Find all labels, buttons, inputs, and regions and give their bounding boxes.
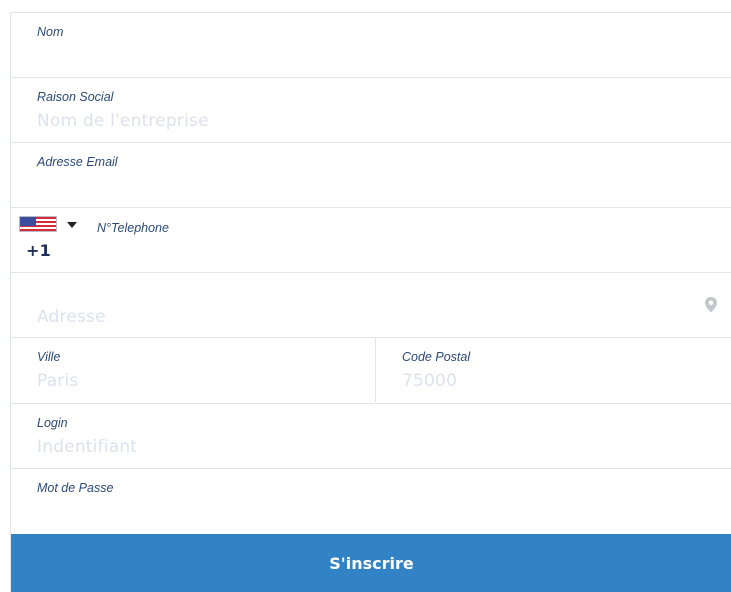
raison-social-field[interactable]: Raison Social Nom de l'entreprise (11, 77, 731, 142)
code-postal-input[interactable]: 75000 (402, 371, 457, 391)
raison-social-input[interactable]: Nom de l'entreprise (37, 111, 209, 131)
telephone-field[interactable]: N°Telephone +1 (11, 207, 731, 272)
adresse-field[interactable]: Adresse (11, 272, 731, 337)
submit-button[interactable]: S'inscrire (11, 534, 731, 592)
mot-de-passe-field[interactable]: Mot de Passe (11, 468, 731, 533)
telephone-input[interactable]: +1 (26, 241, 51, 260)
code-postal-label: Code Postal (402, 350, 471, 364)
login-input[interactable]: Indentifiant (37, 437, 137, 457)
login-label: Login (37, 416, 68, 430)
location-pin-icon (705, 297, 717, 313)
mot-de-passe-label: Mot de Passe (37, 481, 114, 495)
nom-field[interactable]: Nom (11, 12, 731, 77)
email-field[interactable]: Adresse Email (11, 142, 731, 207)
signup-form: Nom Raison Social Nom de l'entreprise Ad… (10, 12, 731, 592)
ville-field[interactable]: Ville Paris (11, 338, 376, 402)
ville-label: Ville (37, 350, 61, 364)
email-label: Adresse Email (37, 155, 118, 169)
ville-code-postal-row: Ville Paris Code Postal 75000 (11, 337, 731, 402)
raison-social-label: Raison Social (37, 90, 114, 104)
nom-label: Nom (37, 25, 64, 39)
code-postal-field[interactable]: Code Postal 75000 (376, 338, 731, 402)
adresse-input[interactable]: Adresse (37, 307, 106, 327)
us-flag-icon[interactable] (19, 216, 57, 232)
ville-input[interactable]: Paris (37, 371, 78, 391)
login-field[interactable]: Login Indentifiant (11, 403, 731, 468)
caret-down-icon[interactable] (67, 222, 77, 228)
telephone-label: N°Telephone (97, 221, 169, 235)
